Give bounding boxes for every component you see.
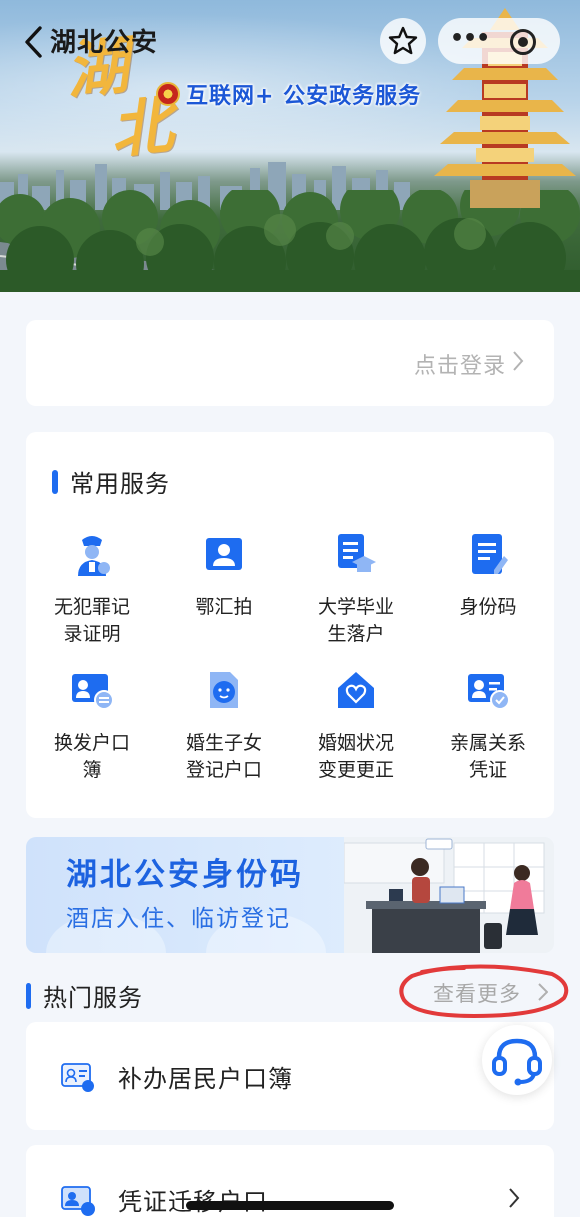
- service-label: 换发户口 簿: [53, 732, 130, 781]
- hot-services-header: 热门服务: [26, 978, 143, 1013]
- household-register-icon: [72, 674, 114, 710]
- customer-service-button[interactable]: [482, 1025, 552, 1095]
- slogan-text: 互联网+ 公安政务服务: [186, 84, 422, 109]
- chevron-right-icon: [538, 983, 548, 1001]
- see-more-link[interactable]: 查看更多: [433, 978, 521, 1008]
- service-item-child-registration[interactable]: 婚生子女 登记户口: [158, 668, 290, 784]
- more-options-icon[interactable]: •••: [450, 26, 490, 51]
- relative-certificate-icon: [468, 674, 510, 710]
- favorite-button[interactable]: [380, 18, 426, 64]
- section-header: 常用服务: [52, 464, 170, 499]
- chevron-right-icon: [513, 351, 524, 371]
- service-item-no-criminal-record[interactable]: 无犯罪记 录证明: [26, 532, 158, 648]
- star-icon: [388, 26, 418, 55]
- close-miniprogram-icon[interactable]: [510, 29, 536, 55]
- service-label: 无犯罪记 录证明: [53, 596, 130, 645]
- home-indicator[interactable]: [186, 1201, 394, 1210]
- hot-service-label: 凭证迁移户口: [118, 1182, 268, 1217]
- section-title: 热门服务: [43, 984, 143, 1012]
- login-card[interactable]: 点击登录: [26, 320, 554, 406]
- police-emblem-icon: [156, 82, 180, 106]
- login-link[interactable]: 点击登录: [414, 348, 506, 380]
- mini-program-capsule: •••: [438, 18, 560, 64]
- headset-icon: [492, 1038, 542, 1086]
- chevron-right-icon: [509, 1188, 520, 1208]
- identity-code-promo-banner[interactable]: 湖北公安身份码 酒店入住、临访登记: [26, 837, 554, 953]
- page-title: 湖北公安: [50, 28, 159, 58]
- section-accent-bar: [26, 982, 31, 1009]
- slogan: 互联网+ 公安政务服务: [156, 78, 421, 110]
- service-label: 婚姻状况 变更更正: [317, 732, 394, 781]
- service-item-renew-household-book[interactable]: 换发户口 簿: [26, 668, 158, 784]
- service-label: 婚生子女 登记户口: [185, 732, 262, 781]
- portrait-photo-icon: [206, 538, 242, 570]
- hotel-checkin-illustration: [344, 837, 554, 953]
- back-arrow-icon[interactable]: [22, 24, 46, 60]
- marriage-house-icon: [338, 672, 374, 708]
- service-label: 大学毕业 生落户: [317, 596, 394, 645]
- service-item-kinship-certificate[interactable]: 亲属关系 凭证: [422, 668, 554, 784]
- service-label: 鄂汇拍: [195, 596, 253, 618]
- service-label: 亲属关系 凭证: [449, 732, 526, 781]
- service-item-identity-code[interactable]: 身份码: [422, 532, 554, 621]
- graduation-document-icon: [338, 534, 376, 572]
- service-item-ehuipai[interactable]: 鄂汇拍: [158, 532, 290, 621]
- promo-title: 湖北公安身份码: [66, 857, 304, 893]
- section-accent-bar: [52, 469, 58, 494]
- hot-service-item-reissue-household-book[interactable]: 补办居民户口簿: [26, 1022, 554, 1130]
- section-title: 常用服务: [70, 470, 170, 498]
- id-code-document-icon: [472, 534, 508, 574]
- migration-certificate-icon: [61, 1186, 95, 1216]
- top-bar: 湖北公安 •••: [0, 14, 580, 70]
- common-services-card: 常用服务 无犯罪记 录证明 鄂汇拍 大学毕业 生落户 身份码 换发户口 簿 婚生…: [26, 432, 554, 818]
- police-officer-icon: [78, 536, 110, 576]
- child-registration-icon: [210, 672, 238, 708]
- hot-service-label: 补办居民户口簿: [118, 1065, 293, 1093]
- promo-subtitle: 酒店入住、临访登记: [66, 906, 291, 932]
- hero-banner: 湖 北 互联网+ 公安政务服务 湖北公安 •••: [0, 0, 580, 292]
- service-item-graduate-settlement[interactable]: 大学毕业 生落户: [290, 532, 422, 648]
- service-item-marital-status-change[interactable]: 婚姻状况 变更更正: [290, 668, 422, 784]
- service-label: 身份码: [459, 596, 517, 618]
- household-book-icon: [61, 1063, 94, 1092]
